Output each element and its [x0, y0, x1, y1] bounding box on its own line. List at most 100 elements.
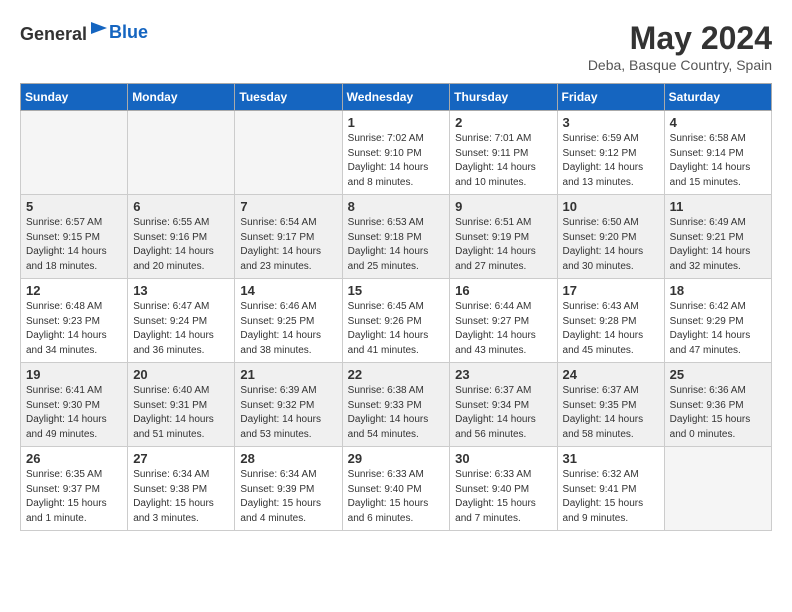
logo-general: General	[20, 24, 87, 44]
calendar-cell	[128, 111, 235, 195]
calendar-header-wednesday: Wednesday	[342, 84, 450, 111]
page-subtitle: Deba, Basque Country, Spain	[588, 57, 772, 73]
day-info: Sunrise: 6:49 AM Sunset: 9:21 PM Dayligh…	[670, 216, 766, 274]
day-info: Sunrise: 7:02 AM Sunset: 9:10 PM Dayligh…	[348, 132, 445, 190]
calendar-cell: 3 Sunrise: 6:59 AM Sunset: 9:12 PM Daylig…	[557, 111, 664, 195]
calendar-cell: 4 Sunrise: 6:58 AM Sunset: 9:14 PM Daylig…	[664, 111, 771, 195]
calendar-cell: 1 Sunrise: 7:02 AM Sunset: 9:10 PM Daylig…	[342, 111, 450, 195]
day-number: 30	[455, 451, 551, 466]
day-info: Sunrise: 6:54 AM Sunset: 9:17 PM Dayligh…	[240, 216, 336, 274]
day-number: 3	[563, 115, 659, 130]
day-number: 16	[455, 283, 551, 298]
day-number: 5	[26, 199, 122, 214]
page-title: May 2024	[588, 20, 772, 57]
day-info: Sunrise: 7:01 AM Sunset: 9:11 PM Dayligh…	[455, 132, 551, 190]
day-number: 26	[26, 451, 122, 466]
day-number: 23	[455, 367, 551, 382]
day-info: Sunrise: 6:47 AM Sunset: 9:24 PM Dayligh…	[133, 300, 229, 358]
calendar-cell: 23 Sunrise: 6:37 AM Sunset: 9:34 PM Dayli…	[450, 363, 557, 447]
day-info: Sunrise: 6:34 AM Sunset: 9:39 PM Dayligh…	[240, 468, 336, 526]
logo: General Blue	[20, 20, 148, 45]
day-number: 1	[348, 115, 445, 130]
calendar-cell: 6 Sunrise: 6:55 AM Sunset: 9:16 PM Daylig…	[128, 195, 235, 279]
day-info: Sunrise: 6:38 AM Sunset: 9:33 PM Dayligh…	[348, 384, 445, 442]
day-number: 31	[563, 451, 659, 466]
calendar-header-friday: Friday	[557, 84, 664, 111]
day-info: Sunrise: 6:58 AM Sunset: 9:14 PM Dayligh…	[670, 132, 766, 190]
day-number: 19	[26, 367, 122, 382]
calendar-cell	[664, 447, 771, 531]
calendar-header-sunday: Sunday	[21, 84, 128, 111]
day-info: Sunrise: 6:59 AM Sunset: 9:12 PM Dayligh…	[563, 132, 659, 190]
calendar-cell: 19Sunrise: 6:41 AM Sunset: 9:30 PM Dayli…	[21, 363, 128, 447]
day-info: Sunrise: 6:55 AM Sunset: 9:16 PM Dayligh…	[133, 216, 229, 274]
calendar-cell: 18 Sunrise: 6:42 AM Sunset: 9:29 PM Dayli…	[664, 279, 771, 363]
calendar-week-row: 19Sunrise: 6:41 AM Sunset: 9:30 PM Dayli…	[21, 363, 772, 447]
calendar-cell: 30 Sunrise: 6:33 AM Sunset: 9:40 PM Dayli…	[450, 447, 557, 531]
logo-flag-icon	[89, 20, 109, 40]
calendar-cell: 25Sunrise: 6:36 AM Sunset: 9:36 PM Dayli…	[664, 363, 771, 447]
calendar-cell	[21, 111, 128, 195]
day-info: Sunrise: 6:37 AM Sunset: 9:34 PM Dayligh…	[455, 384, 551, 442]
day-number: 24	[563, 367, 659, 382]
day-info: Sunrise: 6:35 AM Sunset: 9:37 PM Dayligh…	[26, 468, 122, 526]
day-number: 9	[455, 199, 551, 214]
day-info: Sunrise: 6:48 AM Sunset: 9:23 PM Dayligh…	[26, 300, 122, 358]
calendar-cell: 9 Sunrise: 6:51 AM Sunset: 9:19 PM Daylig…	[450, 195, 557, 279]
day-number: 11	[670, 199, 766, 214]
day-info: Sunrise: 6:57 AM Sunset: 9:15 PM Dayligh…	[26, 216, 122, 274]
calendar-cell: 13 Sunrise: 6:47 AM Sunset: 9:24 PM Dayli…	[128, 279, 235, 363]
day-number: 8	[348, 199, 445, 214]
calendar-header-row: SundayMondayTuesdayWednesdayThursdayFrid…	[21, 84, 772, 111]
day-number: 15	[348, 283, 445, 298]
day-number: 18	[670, 283, 766, 298]
day-info: Sunrise: 6:46 AM Sunset: 9:25 PM Dayligh…	[240, 300, 336, 358]
calendar-header-monday: Monday	[128, 84, 235, 111]
day-info: Sunrise: 6:45 AM Sunset: 9:26 PM Dayligh…	[348, 300, 445, 358]
day-number: 12	[26, 283, 122, 298]
day-info: Sunrise: 6:33 AM Sunset: 9:40 PM Dayligh…	[455, 468, 551, 526]
calendar-cell: 2 Sunrise: 7:01 AM Sunset: 9:11 PM Daylig…	[450, 111, 557, 195]
day-info: Sunrise: 6:37 AM Sunset: 9:35 PM Dayligh…	[563, 384, 659, 442]
day-info: Sunrise: 6:39 AM Sunset: 9:32 PM Dayligh…	[240, 384, 336, 442]
calendar-cell: 26 Sunrise: 6:35 AM Sunset: 9:37 PM Dayli…	[21, 447, 128, 531]
day-info: Sunrise: 6:50 AM Sunset: 9:20 PM Dayligh…	[563, 216, 659, 274]
calendar-cell: 31Sunrise: 6:32 AM Sunset: 9:41 PM Dayli…	[557, 447, 664, 531]
day-number: 2	[455, 115, 551, 130]
calendar-cell: 15 Sunrise: 6:45 AM Sunset: 9:26 PM Dayli…	[342, 279, 450, 363]
day-info: Sunrise: 6:51 AM Sunset: 9:19 PM Dayligh…	[455, 216, 551, 274]
day-number: 10	[563, 199, 659, 214]
calendar-cell: 28 Sunrise: 6:34 AM Sunset: 9:39 PM Dayli…	[235, 447, 342, 531]
calendar-cell: 11 Sunrise: 6:49 AM Sunset: 9:21 PM Dayli…	[664, 195, 771, 279]
day-number: 4	[670, 115, 766, 130]
calendar-week-row: 12 Sunrise: 6:48 AM Sunset: 9:23 PM Dayli…	[21, 279, 772, 363]
day-number: 14	[240, 283, 336, 298]
calendar-cell: 10 Sunrise: 6:50 AM Sunset: 9:20 PM Dayli…	[557, 195, 664, 279]
day-number: 28	[240, 451, 336, 466]
calendar-header-thursday: Thursday	[450, 84, 557, 111]
calendar-cell: 5 Sunrise: 6:57 AM Sunset: 9:15 PM Daylig…	[21, 195, 128, 279]
calendar-header-saturday: Saturday	[664, 84, 771, 111]
header: General Blue May 2024 Deba, Basque Count…	[20, 20, 772, 73]
day-number: 20	[133, 367, 229, 382]
day-number: 13	[133, 283, 229, 298]
calendar-cell: 27 Sunrise: 6:34 AM Sunset: 9:38 PM Dayli…	[128, 447, 235, 531]
calendar-cell: 14 Sunrise: 6:46 AM Sunset: 9:25 PM Dayli…	[235, 279, 342, 363]
calendar-cell: 8Sunrise: 6:53 AM Sunset: 9:18 PM Daylig…	[342, 195, 450, 279]
day-number: 27	[133, 451, 229, 466]
calendar-cell: 16 Sunrise: 6:44 AM Sunset: 9:27 PM Dayli…	[450, 279, 557, 363]
day-number: 22	[348, 367, 445, 382]
calendar-week-row: 26 Sunrise: 6:35 AM Sunset: 9:37 PM Dayli…	[21, 447, 772, 531]
day-info: Sunrise: 6:42 AM Sunset: 9:29 PM Dayligh…	[670, 300, 766, 358]
day-info: Sunrise: 6:34 AM Sunset: 9:38 PM Dayligh…	[133, 468, 229, 526]
calendar-cell: 22 Sunrise: 6:38 AM Sunset: 9:33 PM Dayli…	[342, 363, 450, 447]
day-number: 21	[240, 367, 336, 382]
day-info: Sunrise: 6:33 AM Sunset: 9:40 PM Dayligh…	[348, 468, 445, 526]
calendar-cell: 24 Sunrise: 6:37 AM Sunset: 9:35 PM Dayli…	[557, 363, 664, 447]
day-info: Sunrise: 6:44 AM Sunset: 9:27 PM Dayligh…	[455, 300, 551, 358]
day-number: 25	[670, 367, 766, 382]
logo-blue: Blue	[109, 22, 148, 42]
day-number: 6	[133, 199, 229, 214]
calendar-week-row: 1 Sunrise: 7:02 AM Sunset: 9:10 PM Daylig…	[21, 111, 772, 195]
calendar-cell: 21 Sunrise: 6:39 AM Sunset: 9:32 PM Dayli…	[235, 363, 342, 447]
